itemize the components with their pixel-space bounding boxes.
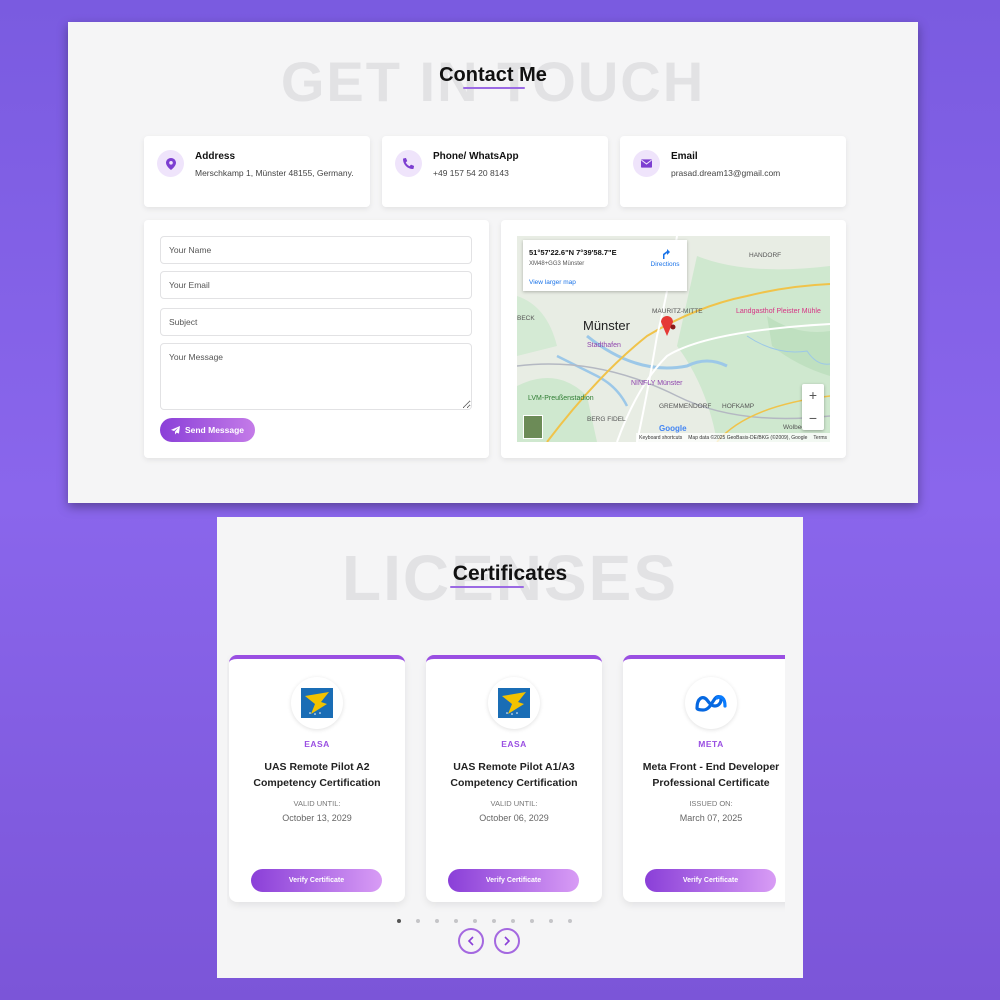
pagination-dot[interactable] bbox=[530, 919, 534, 923]
phone-text[interactable]: +49 157 54 20 8143 bbox=[433, 167, 598, 180]
certificate-name: UAS Remote Pilot A2 Competency Certifica… bbox=[253, 761, 381, 789]
certificates-title-underline bbox=[450, 586, 524, 588]
email-card: Email prasad.dream13@gmail.com bbox=[620, 136, 846, 207]
map-label-mauritz: MAURITZ-MITTE bbox=[652, 308, 703, 315]
pagination-dot[interactable] bbox=[454, 919, 458, 923]
phone-card: Phone/ WhatsApp +49 157 54 20 8143 bbox=[382, 136, 608, 207]
keyboard-shortcuts-link[interactable]: Keyboard shortcuts bbox=[639, 435, 682, 441]
certificate-card: EASA UAS Remote Pilot A2 Competency Cert… bbox=[229, 655, 405, 902]
pagination-dot[interactable] bbox=[397, 919, 401, 923]
name-input[interactable] bbox=[160, 236, 472, 264]
satellite-toggle[interactable] bbox=[523, 415, 543, 439]
address-card: Address Merschkamp 1, Münster 48155, Ger… bbox=[144, 136, 370, 207]
certificate-issuer: EASA bbox=[501, 739, 527, 749]
verify-certificate-button[interactable]: Verify Certificate bbox=[645, 869, 776, 892]
phone-icon bbox=[395, 150, 422, 177]
certificate-card: EASA UAS Remote Pilot A1/A3 Competency C… bbox=[426, 655, 602, 902]
map-poi-stadion: LVM-Preußenstadion bbox=[528, 395, 594, 402]
certificate-date: October 06, 2029 bbox=[479, 813, 549, 823]
send-message-button[interactable]: Send Message bbox=[160, 418, 255, 442]
zoom-out-button[interactable]: − bbox=[802, 407, 824, 430]
meta-logo-icon bbox=[685, 677, 737, 729]
map-zoom-control: + − bbox=[802, 384, 824, 430]
phone-title: Phone/ WhatsApp bbox=[433, 151, 519, 162]
paper-plane-icon bbox=[170, 425, 180, 435]
chevron-left-icon bbox=[467, 936, 474, 946]
verify-certificate-button[interactable]: Verify Certificate bbox=[448, 869, 579, 892]
pagination-dot[interactable] bbox=[416, 919, 420, 923]
contact-form: Send Message bbox=[144, 220, 489, 458]
google-logo: Google bbox=[659, 424, 687, 433]
envelope-icon bbox=[633, 150, 660, 177]
map-city-label: Münster bbox=[583, 318, 630, 333]
verify-certificate-button[interactable]: Verify Certificate bbox=[251, 869, 382, 892]
map-plus-code: XM48+GG3 Münster bbox=[529, 261, 585, 267]
message-textarea[interactable] bbox=[160, 343, 472, 410]
carousel-prev-button[interactable] bbox=[458, 928, 484, 954]
email-title: Email bbox=[671, 151, 698, 162]
pagination-dot[interactable] bbox=[568, 919, 572, 923]
map-poi-pleister: Landgasthof Pleister Mühle bbox=[736, 308, 821, 315]
map-label-beck: BECK bbox=[517, 315, 535, 322]
map-label-gremmendorf: GREMMENDORF bbox=[659, 403, 712, 410]
map-label-handorf: HANDORF bbox=[749, 252, 782, 259]
map-poi-ninfly: NINFLY Münster bbox=[631, 380, 683, 387]
pagination-dot[interactable] bbox=[492, 919, 496, 923]
map-label-berg-fidel: BERG FIDEL bbox=[587, 416, 626, 423]
directions-icon bbox=[663, 249, 670, 259]
easa-logo-icon bbox=[488, 677, 540, 729]
terms-link[interactable]: Terms bbox=[813, 435, 827, 441]
address-text: Merschkamp 1, Münster 48155, Germany. bbox=[195, 168, 354, 178]
pagination-dot[interactable] bbox=[473, 919, 477, 923]
certificate-date-label: VALID UNTIL: bbox=[490, 799, 538, 808]
pagination-dot[interactable] bbox=[435, 919, 439, 923]
zoom-in-button[interactable]: + bbox=[802, 384, 824, 407]
embedded-map[interactable]: 51°57'22.6"N 7°39'58.7"E XM48+GG3 Münste… bbox=[517, 236, 830, 442]
view-larger-map-link[interactable]: View larger map bbox=[529, 279, 576, 286]
send-message-label: Send Message bbox=[184, 425, 245, 435]
certificate-card: META Meta Front - End Developer Professi… bbox=[623, 655, 785, 902]
certificates-title: Certificates bbox=[452, 562, 568, 585]
carousel-next-button[interactable] bbox=[494, 928, 520, 954]
map-footer: Keyboard shortcuts Map data ©2025 GeoBas… bbox=[636, 433, 830, 442]
chevron-right-icon bbox=[504, 936, 511, 946]
map-card: 51°57'22.6"N 7°39'58.7"E XM48+GG3 Münste… bbox=[501, 220, 846, 458]
certificate-date: October 13, 2029 bbox=[282, 813, 352, 823]
directions-button[interactable]: Directions bbox=[645, 248, 685, 268]
contact-title-underline bbox=[463, 87, 525, 89]
address-title: Address bbox=[195, 151, 236, 162]
email-input[interactable] bbox=[160, 271, 472, 299]
map-coordinates: 51°57'22.6"N 7°39'58.7"E bbox=[529, 248, 617, 257]
certificate-name: Meta Front - End Developer Professional … bbox=[642, 761, 780, 789]
easa-logo-icon bbox=[291, 677, 343, 729]
pagination-dot[interactable] bbox=[549, 919, 553, 923]
pagination-dot[interactable] bbox=[511, 919, 515, 923]
subject-input[interactable] bbox=[160, 308, 472, 336]
map-label-hofkamp: HOFKAMP bbox=[722, 403, 755, 410]
certificate-date: March 07, 2025 bbox=[679, 813, 743, 823]
certificate-date-label: ISSUED ON: bbox=[689, 799, 733, 808]
certificates-section: LICENSES Certificates EASA UAS Remote Pi… bbox=[217, 517, 803, 978]
certificate-name: UAS Remote Pilot A1/A3 Competency Certif… bbox=[450, 761, 578, 789]
map-data-attribution: Map data ©2025 GeoBasis-DE/BKG (©2009), … bbox=[688, 434, 808, 441]
certificate-issuer: EASA bbox=[304, 739, 330, 749]
map-info-box: 51°57'22.6"N 7°39'58.7"E XM48+GG3 Münste… bbox=[523, 240, 687, 291]
carousel-pagination bbox=[397, 919, 572, 923]
contact-section: GET IN TOUCH Contact Me Address Merschka… bbox=[68, 22, 918, 503]
contact-title: Contact Me bbox=[439, 64, 547, 86]
certificates-carousel[interactable]: EASA UAS Remote Pilot A2 Competency Cert… bbox=[227, 655, 785, 913]
map-poi-stadthafen: Stadthafen bbox=[587, 342, 621, 349]
email-text[interactable]: prasad.dream13@gmail.com bbox=[671, 167, 836, 180]
directions-label: Directions bbox=[650, 261, 680, 268]
location-pin-icon bbox=[157, 150, 184, 177]
certificate-issuer: META bbox=[698, 739, 724, 749]
certificate-date-label: VALID UNTIL: bbox=[293, 799, 341, 808]
